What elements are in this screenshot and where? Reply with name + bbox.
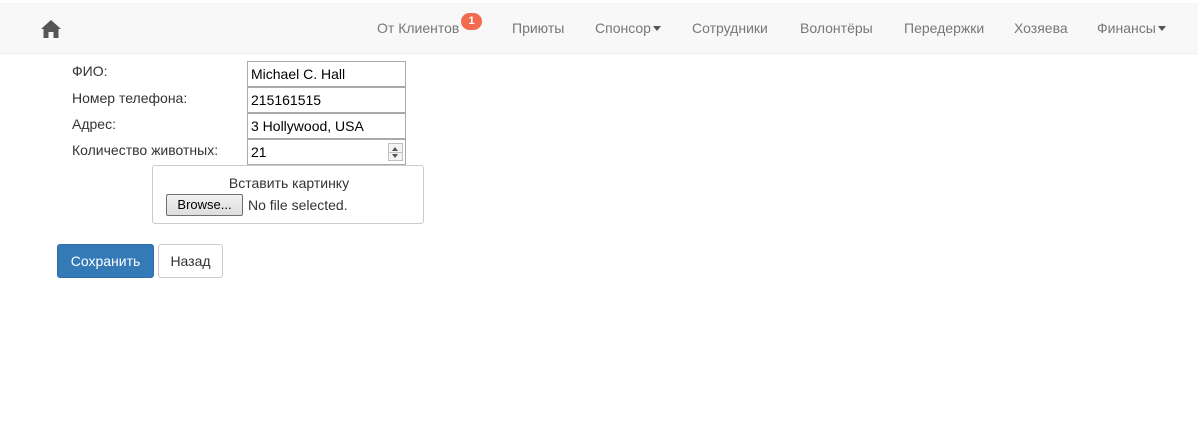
animals-count-label: Количество животных: [72,142,219,158]
nav-finance-dropdown[interactable]: Финансы [1097,20,1166,36]
nav-sponsor-label: Спонсор [595,20,651,36]
browse-button[interactable]: Browse... [166,194,243,216]
spinner-down-icon[interactable] [392,154,398,158]
nav-volunteers-label: Волонтёры [800,20,873,36]
file-status-text: No file selected. [248,197,348,213]
nav-employees-label: Сотрудники [692,20,768,36]
animals-count-input[interactable] [247,139,406,165]
spinner-up-icon[interactable] [392,147,398,151]
caret-down-icon [652,25,661,31]
nav-foster-label: Передержки [904,20,985,36]
phone-input[interactable] [247,87,406,113]
nav-owners[interactable]: Хозяева [1014,20,1068,36]
nav-shelters-label: Приюты [512,20,565,36]
back-button[interactable]: Назад [158,244,223,278]
caret-down-icon [1157,25,1166,31]
notification-badge: 1 [461,13,482,30]
address-input[interactable] [247,113,406,139]
nav-from-clients-label: От Клиентов [377,20,460,36]
fio-input[interactable] [247,61,406,87]
phone-label: Номер телефона: [72,90,188,106]
nav-sponsor-dropdown[interactable]: Спонсор [595,20,661,36]
nav-from-clients[interactable]: От Клиентов [377,20,459,36]
fio-label: ФИО: [72,63,108,79]
nav-employees[interactable]: Сотрудники [692,20,768,36]
nav-volunteers[interactable]: Волонтёры [800,20,873,36]
home-icon[interactable] [40,19,64,39]
nav-owners-label: Хозяева [1014,20,1068,36]
nav-shelters[interactable]: Приюты [512,20,564,36]
image-upload-title: Вставить картинку [228,175,350,191]
address-label: Адрес: [72,116,116,132]
top-navbar: От Клиентов 1 Приюты Спонсор Сотрудники … [0,3,1198,54]
number-spinner[interactable] [388,143,403,161]
nav-finance-label: Финансы [1097,20,1156,36]
image-upload-panel: Вставить картинку Browse... No file sele… [152,165,424,224]
nav-foster[interactable]: Передержки [904,20,984,36]
save-button[interactable]: Сохранить [57,244,154,278]
